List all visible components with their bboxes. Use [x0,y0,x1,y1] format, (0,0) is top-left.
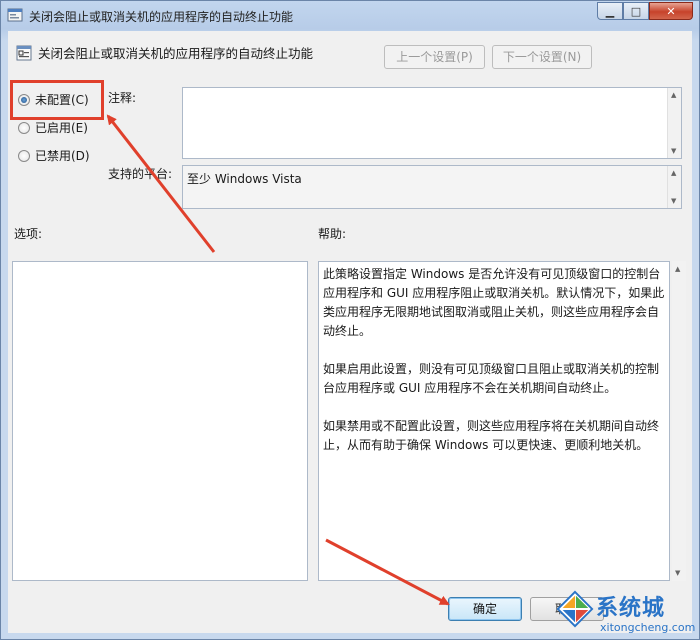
scroll-down-icon[interactable]: ▼ [675,569,680,577]
window-title: 关闭会阻止或取消关机的应用程序的自动终止功能 [29,10,294,24]
minimize-icon: ▁ [605,4,615,18]
watermark-brand: 系统城 [596,596,666,621]
minimize-button[interactable]: ▁ [597,2,623,20]
policy-setting-icon [16,45,32,61]
title-bar[interactable]: 关闭会阻止或取消关机的应用程序的自动终止功能 ▁ □ ✕ [1,1,699,29]
radio-enabled[interactable]: 已启用(E) [18,119,88,136]
support-scrollbar[interactable]: ▲ ▼ [667,166,681,208]
close-icon: ✕ [666,4,676,18]
dialog-client-area: 关闭会阻止或取消关机的应用程序的自动终止功能 上一个设置(P) 下一个设置(N)… [8,31,692,633]
close-button[interactable]: ✕ [649,2,693,20]
radio-indicator[interactable] [18,121,30,134]
options-label: 选项: [14,227,43,241]
scroll-up-icon[interactable]: ▲ [675,265,680,273]
watermark-url: xitongcheng.com [600,621,696,634]
help-label: 帮助: [318,227,347,241]
scroll-up-icon[interactable]: ▲ [671,169,676,177]
radio-label-enabled: 已启用(E) [35,121,88,135]
supported-platform-label: 支持的平台: [108,167,173,181]
help-paragraph: 如果禁用或不配置此设置，则这些应用程序将在关机期间自动终止，从而有助于确保 Wi… [323,419,660,452]
comment-scrollbar[interactable]: ▲ ▼ [667,88,681,158]
watermark-logo-icon [556,590,594,628]
maximize-icon: □ [630,4,642,18]
ok-button[interactable]: 确定 [448,597,522,621]
radio-indicator-checked[interactable] [18,93,30,106]
radio-label-disabled: 已禁用(D) [35,149,90,163]
supported-platform-field: 至少 Windows Vista ▲ ▼ [182,165,682,209]
comment-label: 注释: [108,91,137,105]
help-panel: 此策略设置指定 Windows 是否允许没有可见顶级窗口的控制台应用程序和 GU… [318,261,670,581]
help-scrollbar[interactable]: ▲ ▼ [672,261,686,581]
watermark: 系统城 xitongcheng.com [556,588,698,638]
previous-setting-button[interactable]: 上一个设置(P) [384,45,485,69]
maximize-button[interactable]: □ [623,2,649,20]
radio-not-configured[interactable]: 未配置(C) [18,91,89,108]
comment-textarea[interactable]: ▲ ▼ [182,87,682,159]
help-paragraph: 如果启用此设置，则没有可见顶级窗口且阻止或取消关机的控制台应用程序或 GUI 应… [323,362,660,395]
next-setting-button[interactable]: 下一个设置(N) [492,45,592,69]
supported-platform-value: 至少 Windows Vista [187,172,302,186]
radio-indicator[interactable] [18,149,30,162]
options-panel [12,261,308,581]
policy-title: 关闭会阻止或取消关机的应用程序的自动终止功能 [38,46,314,61]
help-paragraph: 此策略设置指定 Windows 是否允许没有可见顶级窗口的控制台应用程序和 GU… [323,267,665,338]
policy-window-icon [7,8,23,22]
scroll-down-icon[interactable]: ▼ [671,147,676,155]
scroll-up-icon[interactable]: ▲ [671,91,676,99]
window-frame: 关闭会阻止或取消关机的应用程序的自动终止功能 ▁ □ ✕ 关闭会阻止或取消关机的… [0,0,700,640]
radio-label-not-configured: 未配置(C) [35,93,89,107]
radio-disabled[interactable]: 已禁用(D) [18,147,90,164]
caption-buttons: ▁ □ ✕ [597,2,693,20]
scroll-down-icon[interactable]: ▼ [671,197,676,205]
